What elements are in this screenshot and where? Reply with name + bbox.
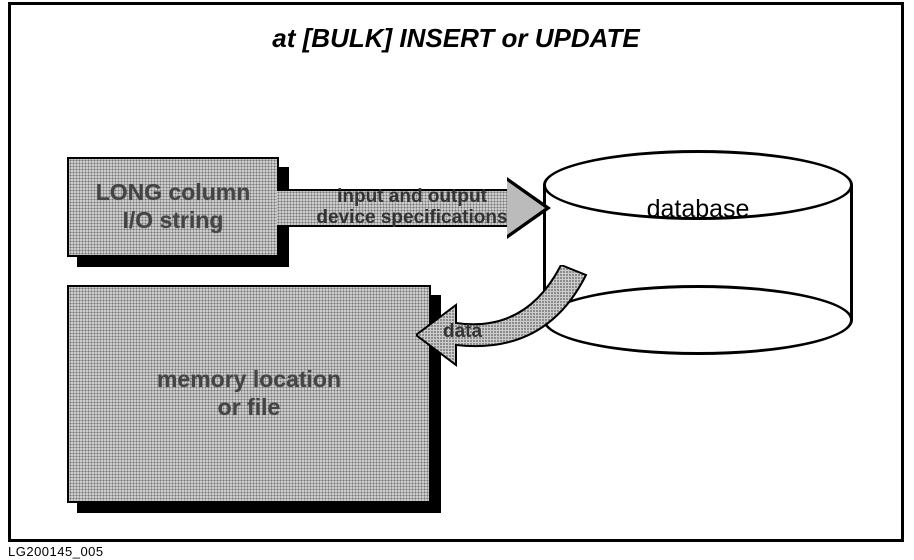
arrow2-label: data: [443, 321, 482, 343]
memory-box-label: memory location or file: [157, 366, 341, 421]
database-label: database: [543, 195, 853, 224]
diagram-title: at [BULK] INSERT or UPDATE: [11, 23, 901, 54]
long-column-line2: I/O string: [123, 207, 224, 233]
figure-id: LG200145_005: [8, 544, 104, 559]
diagram-frame: at [BULK] INSERT or UPDATE LONG column I…: [8, 2, 904, 542]
arrow1-label-line2: device specifications: [316, 207, 507, 228]
arrow1-label-line1: input and output: [337, 186, 487, 207]
memory-box: memory location or file: [67, 285, 431, 503]
long-column-box: LONG column I/O string: [67, 157, 279, 257]
memory-box-line2: or file: [218, 394, 281, 420]
arrow1-label: input and output device specifications: [297, 187, 527, 229]
long-column-line1: LONG column: [96, 179, 251, 205]
memory-box-line1: memory location: [157, 366, 341, 392]
long-column-box-label: LONG column I/O string: [96, 179, 251, 234]
